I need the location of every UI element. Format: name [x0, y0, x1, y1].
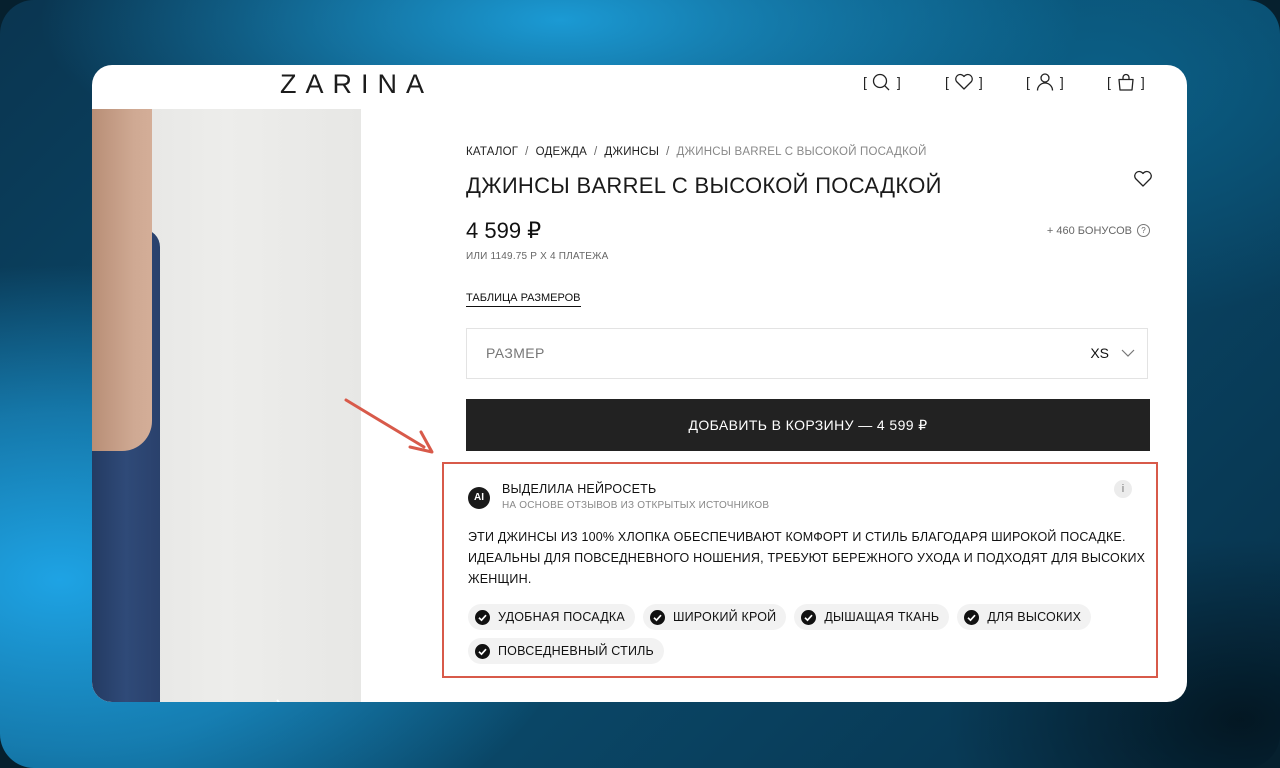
user-icon — [1036, 73, 1054, 91]
product-image[interactable] — [92, 109, 361, 702]
tag-label: ШИРОКИЙ КРОЙ — [672, 610, 777, 624]
size-table-link[interactable]: ТАБЛИЦА РАЗМЕРОВ — [466, 292, 581, 307]
breadcrumb-catalog[interactable]: КАТАЛОГ — [466, 146, 518, 158]
ai-summary-text: ЭТИ ДЖИНСЫ ИЗ 100% ХЛОПКА ОБЕСПЕЧИВАЮТ К… — [468, 530, 1146, 586]
tag-item: ДЛЯ ВЫСОКИХ — [957, 604, 1092, 630]
tag-item: ШИРОКИЙ КРОЙ — [642, 604, 787, 630]
bag-icon — [1118, 73, 1134, 91]
ai-summary-subtitle: НА ОСНОВЕ ОТЗЫВОВ ИЗ ОТКРЫТЫХ ИСТОЧНИКОВ — [502, 500, 770, 511]
wishlist-button[interactable]: [ ] — [945, 71, 983, 93]
check-circle-icon — [475, 609, 490, 625]
breadcrumb-current: ДЖИНСЫ BARREL С ВЫСОКОЙ ПОСАДКОЙ — [676, 146, 927, 158]
search-icon — [872, 73, 890, 91]
size-select[interactable]: РАЗМЕР XS — [466, 328, 1148, 379]
arm-photo-detail — [92, 109, 152, 451]
ai-summary-title: ВЫДЕЛИЛА НЕЙРОСЕТЬ — [502, 482, 657, 496]
tag-label: ДЛЯ ВЫСОКИХ — [987, 610, 1082, 624]
add-to-favorites-heart-icon[interactable] — [1133, 170, 1153, 188]
zarina-logo[interactable]: ZARINA — [280, 67, 433, 101]
ai-tags: УДОБНАЯ ПОСАДКА ШИРОКИЙ КРОЙ ДЫШАЩАЯ ТКА… — [468, 604, 1148, 664]
size-label: РАЗМЕР — [486, 345, 545, 361]
info-icon[interactable]: i — [1114, 480, 1132, 498]
ai-summary-card: AI ВЫДЕЛИЛА НЕЙРОСЕТЬ НА ОСНОВЕ ОТЗЫВОВ … — [442, 462, 1158, 678]
chevron-down-icon — [1121, 349, 1135, 357]
bonus-info: + 460 БОНУСОВ ? — [1047, 224, 1150, 237]
cart-button[interactable]: [ ] — [1107, 71, 1145, 93]
add-to-cart-button[interactable]: ДОБАВИТЬ В КОРЗИНУ — 4 599 ₽ — [466, 399, 1150, 451]
installments-text: ИЛИ 1149.75 Р X 4 ПЛАТЕЖА — [466, 251, 609, 262]
tag-item: УДОБНАЯ ПОСАДКА — [468, 604, 635, 630]
check-circle-icon — [649, 609, 665, 625]
tag-item: ПОВСЕДНЕВНЫЙ СТИЛЬ — [468, 638, 664, 664]
account-button[interactable]: [ ] — [1026, 71, 1064, 93]
question-icon[interactable]: ? — [1137, 224, 1150, 237]
browser-frame: ZARINA [ ] [ ] [ ] [ ] КАТАЛОГ / ОДЕЖДА / ДЖ… — [92, 65, 1187, 702]
tag-label: УДОБНАЯ ПОСАДКА — [498, 610, 625, 624]
breadcrumb-clothing[interactable]: ОДЕЖДА — [536, 146, 587, 158]
ai-badge-icon: AI — [468, 487, 490, 509]
product-title: ДЖИНСЫ BARREL С ВЫСОКОЙ ПОСАДКОЙ — [466, 173, 942, 198]
tag-label: ПОВСЕДНЕВНЫЙ СТИЛЬ — [498, 644, 654, 658]
bonus-text: + 460 БОНУСОВ — [1046, 224, 1132, 237]
breadcrumb-jeans[interactable]: ДЖИНСЫ — [604, 146, 659, 158]
next-image-arrow-icon[interactable] — [274, 697, 294, 702]
check-circle-icon — [964, 609, 980, 625]
breadcrumb: КАТАЛОГ / ОДЕЖДА / ДЖИНСЫ / ДЖИНСЫ BARREL С ВЫ… — [466, 146, 927, 158]
product-price: 4 599 ₽ — [466, 218, 542, 243]
tag-item: ДЫШАЩАЯ ТКАНЬ — [794, 604, 950, 630]
size-value: XS — [1090, 345, 1109, 361]
heart-icon — [955, 73, 973, 90]
search-button[interactable]: [ ] — [863, 71, 901, 93]
check-circle-icon — [475, 643, 490, 659]
check-circle-icon — [801, 609, 817, 625]
tag-label: ДЫШАЩАЯ ТКАНЬ — [824, 610, 940, 624]
